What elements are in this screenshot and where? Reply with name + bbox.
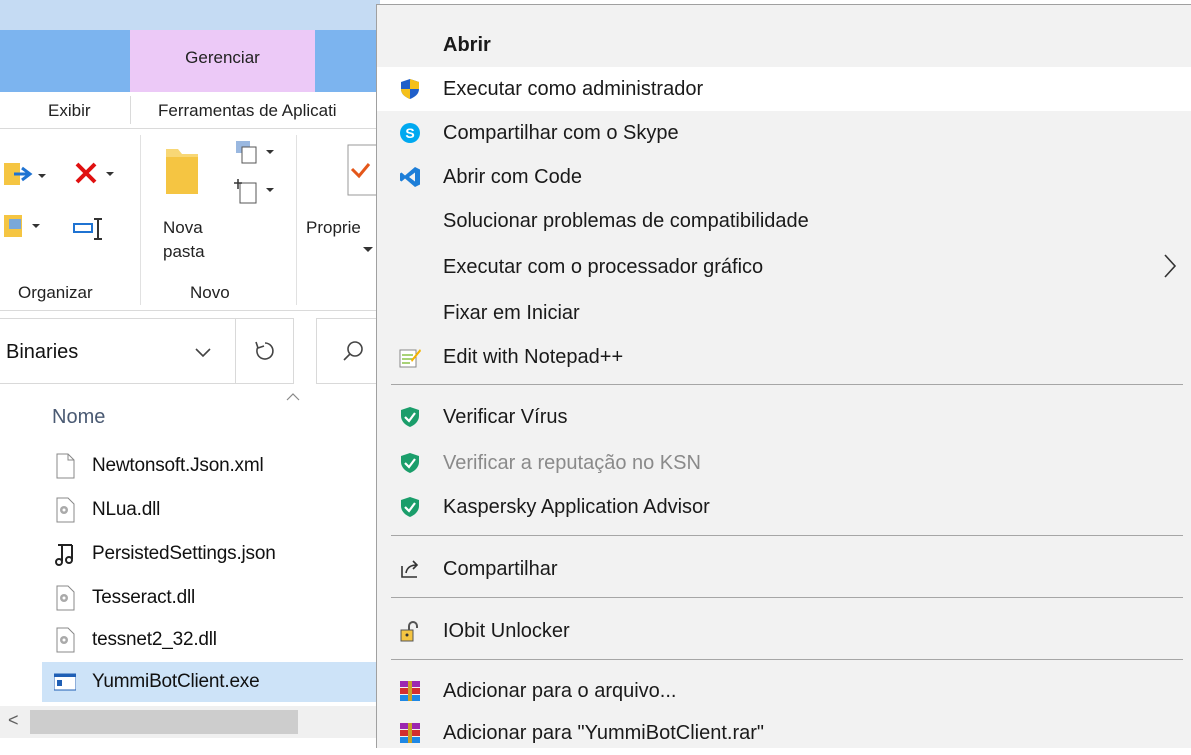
menu-item-iobit-unlocker[interactable]: IObit Unlocker xyxy=(377,609,1191,653)
menu-item-compartilhar-skype[interactable]: S Compartilhar com o Skype xyxy=(377,111,1191,155)
exe-window-icon xyxy=(54,673,76,691)
refresh-icon xyxy=(255,341,274,360)
chevron-down-icon[interactable] xyxy=(362,245,374,255)
sort-caret-icon xyxy=(286,393,300,401)
menu-item-label: Solucionar problemas de compatibilidade xyxy=(443,210,809,232)
address-bar[interactable]: Binaries xyxy=(0,318,236,384)
scroll-left-icon[interactable]: < xyxy=(8,710,19,731)
group-novo-label: Novo xyxy=(190,283,230,302)
dll-gear-icon xyxy=(56,585,75,611)
delete-icon[interactable] xyxy=(74,161,124,191)
menu-separator xyxy=(391,597,1183,598)
file-row[interactable]: PersistedSettings.json xyxy=(42,534,380,574)
menu-item-label: Compartilhar xyxy=(443,558,558,580)
file-name: NLua.dll xyxy=(92,499,161,520)
menu-item-adicionar-rar[interactable]: Adicionar para "YummiBotClient.rar" xyxy=(377,711,1191,755)
menu-item-adicionar-arquivo[interactable]: Adicionar para o arquivo... xyxy=(377,669,1191,713)
unlock-icon xyxy=(400,621,418,642)
properties-label[interactable]: Proprie xyxy=(306,217,361,239)
menu-item-label: Executar com o processador gráfico xyxy=(443,256,764,278)
file-row[interactable]: NLua.dll xyxy=(42,490,380,530)
chevron-down-icon[interactable] xyxy=(194,347,212,359)
file-row[interactable]: Tesseract.dll xyxy=(42,578,380,618)
file-row-selected[interactable]: YummiBotClient.exe xyxy=(42,662,380,702)
properties-icon[interactable] xyxy=(346,143,380,199)
svg-text:S: S xyxy=(405,125,414,141)
search-icon xyxy=(343,341,363,361)
easy-access-icon[interactable] xyxy=(234,177,282,207)
uac-shield-icon xyxy=(401,79,419,99)
copy-to-icon[interactable] xyxy=(4,213,54,243)
winrar-icon xyxy=(400,723,420,743)
share-icon xyxy=(401,560,419,578)
menu-item-executar-processador-grafico[interactable]: Executar com o processador gráfico xyxy=(377,245,1191,289)
tab-gerenciar[interactable]: Gerenciar xyxy=(130,30,315,92)
file-name: Tesseract.dll xyxy=(92,587,195,608)
menu-item-label: Verificar a reputação no KSN xyxy=(443,452,701,474)
menu-item-fixar-em-iniciar[interactable]: Fixar em Iniciar xyxy=(377,291,1191,335)
scroll-thumb[interactable] xyxy=(30,710,298,734)
kaspersky-shield-icon xyxy=(401,453,419,473)
menu-item-solucionar-compatibilidade[interactable]: Solucionar problemas de compatibilidade xyxy=(377,199,1191,243)
menu-item-label: Abrir com Code xyxy=(443,166,582,188)
group-organizar-label: Organizar xyxy=(18,283,93,302)
file-row[interactable]: tessnet2_32.dll xyxy=(42,620,380,660)
context-menu: Abrir Executar como administrador S Comp… xyxy=(376,4,1191,748)
menu-separator xyxy=(391,535,1183,536)
new-folder-icon[interactable] xyxy=(164,143,200,199)
file-name: Newtonsoft.Json.xml xyxy=(92,455,264,476)
menu-item-label: Compartilhar com o Skype xyxy=(443,122,679,144)
menu-item-label: Executar como administrador xyxy=(443,78,704,100)
menu-item-label: Kaspersky Application Advisor xyxy=(443,496,710,518)
move-to-icon[interactable] xyxy=(4,157,54,193)
vscode-icon xyxy=(400,167,420,187)
ribbon-tab-bar: Exibir Ferramentas de Aplicati xyxy=(0,92,380,129)
menu-separator xyxy=(391,659,1183,660)
rename-icon[interactable] xyxy=(72,215,108,243)
kaspersky-shield-icon xyxy=(401,497,419,517)
submenu-arrow-icon xyxy=(1164,254,1177,278)
menu-item-abrir[interactable]: Abrir xyxy=(377,23,1191,67)
file-name: tessnet2_32.dll xyxy=(92,629,217,650)
dll-gear-icon xyxy=(56,627,75,653)
search-input[interactable] xyxy=(316,318,380,384)
menu-item-label: Fixar em Iniciar xyxy=(443,302,580,324)
notepadpp-icon xyxy=(399,349,421,368)
new-item-icon[interactable] xyxy=(234,139,282,169)
menu-item-label: Adicionar para "YummiBotClient.rar" xyxy=(443,722,764,744)
tab-gerenciar-label: Gerenciar xyxy=(185,48,260,67)
tab-ferramentas-aplicativo[interactable]: Ferramentas de Aplicati xyxy=(158,101,337,121)
menu-item-verificar-reputacao-ksn: Verificar a reputação no KSN xyxy=(377,441,1191,485)
refresh-button[interactable] xyxy=(236,318,294,384)
menu-item-label: Adicionar para o arquivo... xyxy=(443,680,677,702)
menu-item-edit-notepadpp[interactable]: Edit with Notepad++ xyxy=(377,335,1191,379)
menu-item-label: Edit with Notepad++ xyxy=(443,346,624,368)
file-name: YummiBotClient.exe xyxy=(92,671,260,692)
file-name: PersistedSettings.json xyxy=(92,543,276,564)
kaspersky-shield-icon xyxy=(401,407,419,427)
menu-item-verificar-virus[interactable]: Verificar Vírus xyxy=(377,395,1191,439)
new-folder-label-line2: pasta xyxy=(163,242,205,261)
menu-item-compartilhar[interactable]: Compartilhar xyxy=(377,547,1191,591)
file-row[interactable]: Newtonsoft.Json.xml xyxy=(42,446,380,486)
new-folder-label-line1: Nova xyxy=(163,218,203,237)
winrar-icon xyxy=(400,681,420,701)
ribbon: Nova pasta Proprie Organizar Novo xyxy=(0,129,380,311)
music-note-icon xyxy=(55,544,73,566)
tab-exibir[interactable]: Exibir xyxy=(48,101,91,121)
menu-item-kaspersky-advisor[interactable]: Kaspersky Application Advisor xyxy=(377,485,1191,529)
menu-item-executar-como-administrador[interactable]: Executar como administrador xyxy=(377,67,1191,111)
menu-item-label: Verificar Vírus xyxy=(443,406,568,428)
skype-icon: S xyxy=(400,123,420,143)
horizontal-scrollbar[interactable]: < xyxy=(0,706,380,738)
menu-item-abrir-com-code[interactable]: Abrir com Code xyxy=(377,155,1191,199)
document-icon xyxy=(56,453,75,479)
column-header-nome[interactable]: Nome xyxy=(52,406,105,429)
dll-gear-icon xyxy=(56,497,75,523)
menu-separator xyxy=(391,384,1183,385)
menu-item-label: IObit Unlocker xyxy=(443,620,570,642)
address-path: Binaries xyxy=(6,341,79,363)
menu-item-label: Abrir xyxy=(443,34,491,56)
